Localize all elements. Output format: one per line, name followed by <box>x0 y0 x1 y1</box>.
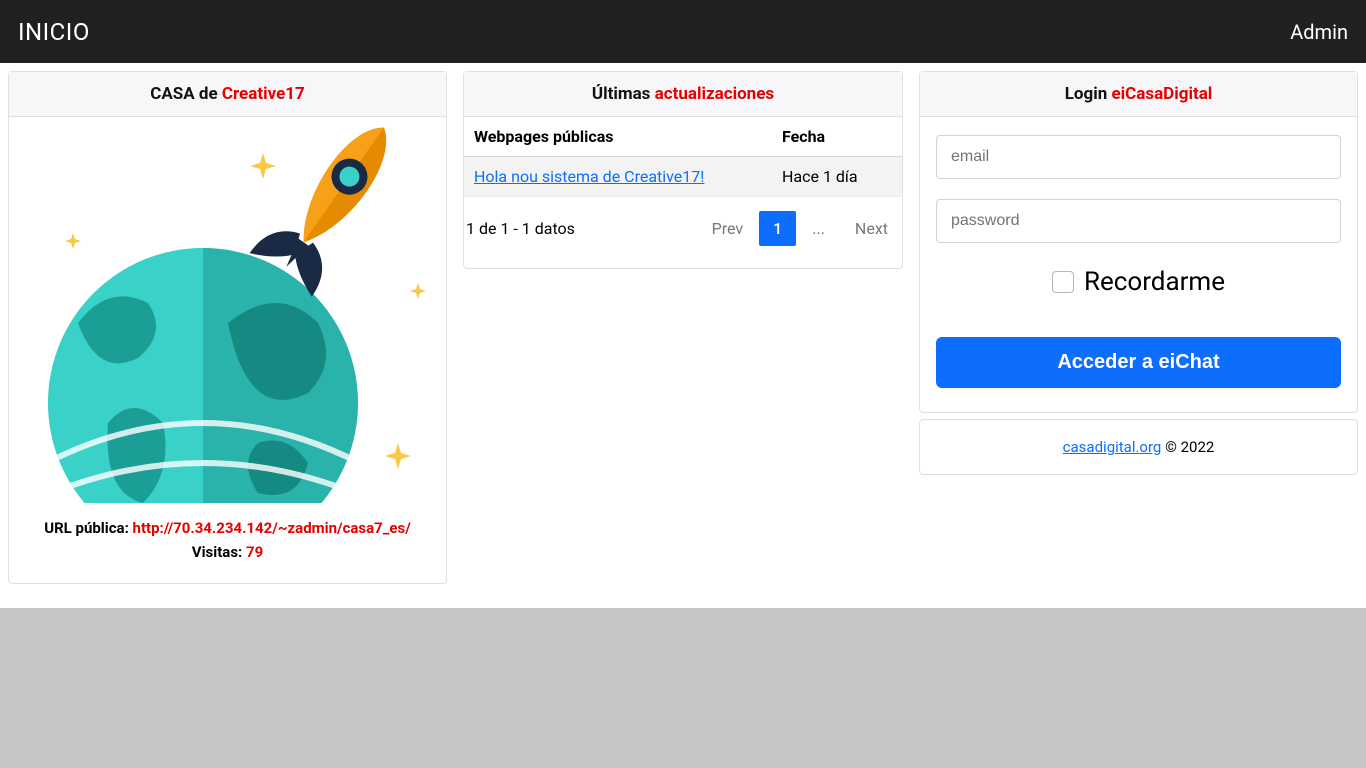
casa-title-accent: Creative17 <box>222 84 305 104</box>
public-url-label: URL pública: <box>44 519 132 537</box>
visits-value: 79 <box>246 543 263 561</box>
updates-table: Webpages públicas Fecha Hola nou sistema… <box>464 117 902 197</box>
col-date: Fecha <box>772 117 902 157</box>
updates-title-prefix: Últimas <box>592 84 655 104</box>
pager-ellipsis: ... <box>798 211 839 246</box>
footer-card: casadigital.org © 2022 <box>919 419 1358 475</box>
login-title-accent: eiCasaDigital <box>1111 84 1212 104</box>
updates-card: Últimas actualizaciones Webpages pública… <box>463 71 903 269</box>
col-webpages: Webpages públicas <box>464 117 772 157</box>
public-url-value: http://70.34.234.142/~zadmin/casa7_es/ <box>133 519 411 537</box>
footer-rest: © 2022 <box>1161 438 1214 456</box>
admin-link[interactable]: Admin <box>1290 20 1348 44</box>
footer-link[interactable]: casadigital.org <box>1063 438 1162 456</box>
login-title-prefix: Login <box>1065 84 1112 104</box>
remember-checkbox[interactable] <box>1052 271 1074 293</box>
casa-card: CASA de Creative17 <box>8 71 447 584</box>
login-card-header: Login eiCasaDigital <box>920 72 1357 117</box>
pager-next[interactable]: Next <box>841 211 902 246</box>
update-date: Hace 1 día <box>772 157 902 197</box>
table-row: Hola nou sistema de Creative17! Hace 1 d… <box>464 157 902 197</box>
password-field[interactable] <box>936 199 1341 243</box>
visits-line: Visitas: 79 <box>17 543 438 561</box>
hero-image <box>9 117 446 505</box>
update-link[interactable]: Hola nou sistema de Creative17! <box>474 167 704 186</box>
updates-title-accent: actualizaciones <box>655 84 774 104</box>
remember-label[interactable]: Recordarme <box>1084 267 1225 297</box>
top-navbar: INICIO Admin <box>0 0 1366 63</box>
login-card: Login eiCasaDigital Recordarme Acceder a… <box>919 71 1358 413</box>
login-submit-button[interactable]: Acceder a eiChat <box>936 337 1341 388</box>
casa-card-header: CASA de Creative17 <box>9 72 446 117</box>
brand-title[interactable]: INICIO <box>18 18 90 46</box>
visits-label: Visitas: <box>192 543 246 561</box>
updates-card-header: Últimas actualizaciones <box>464 72 902 117</box>
pager: Prev 1 ... Next <box>698 211 902 246</box>
email-field[interactable] <box>936 135 1341 179</box>
casa-title-prefix: CASA de <box>150 84 222 104</box>
pager-summary: 1 de 1 - 1 datos <box>464 219 575 238</box>
pager-page-1[interactable]: 1 <box>759 211 796 246</box>
pager-prev[interactable]: Prev <box>698 211 758 246</box>
public-url-line: URL pública: http://70.34.234.142/~zadmi… <box>17 519 438 537</box>
